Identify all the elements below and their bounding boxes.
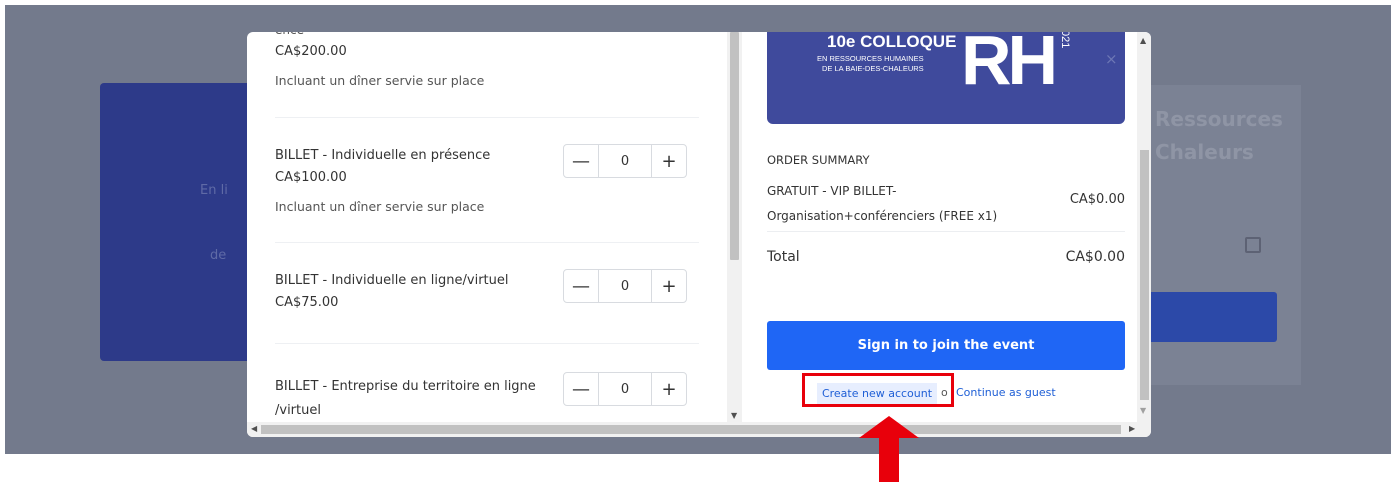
quantity-stepper: — 0 + xyxy=(563,269,687,303)
ticket-price: CA$200.00 xyxy=(275,44,347,59)
scrollbar-thumb[interactable] xyxy=(730,32,739,260)
event-banner: 10e COLLOQUE EN RESSOURCES HUMAINES DE L… xyxy=(767,32,1125,124)
scroll-down-arrow-icon[interactable]: ▼ xyxy=(731,411,737,420)
divider xyxy=(767,231,1125,232)
scroll-left-arrow-icon[interactable]: ◀ xyxy=(251,424,257,433)
red-arrow-icon xyxy=(859,416,919,482)
order-item-price: CA$0.00 xyxy=(1069,192,1125,207)
banner-line: EN RESSOURCES HUMAINES xyxy=(817,54,924,63)
background-heading: Ressources xyxy=(1155,107,1283,131)
ticket-name: BILLET - Individuelle en présence xyxy=(275,148,491,163)
increment-button[interactable]: + xyxy=(652,145,686,177)
divider xyxy=(275,343,699,344)
banner-edition: 10e COLLOQUE xyxy=(827,32,957,51)
order-summary-title: ORDER SUMMARY xyxy=(767,153,870,167)
close-icon[interactable]: × xyxy=(1105,50,1118,68)
banner-year: 021 xyxy=(1059,32,1071,49)
decrement-button[interactable]: — xyxy=(564,270,598,302)
quantity-input[interactable]: 0 xyxy=(598,270,652,302)
background-text: de xyxy=(210,248,227,263)
decrement-button[interactable]: — xyxy=(564,373,598,405)
ticket-list-scrollbar[interactable]: ▼ xyxy=(727,32,742,422)
decrement-button[interactable]: — xyxy=(564,145,598,177)
background-text: En li xyxy=(200,183,228,198)
scrollbar-thumb[interactable] xyxy=(1140,150,1149,400)
quantity-input[interactable]: 0 xyxy=(598,373,652,405)
quantity-stepper: — 0 + xyxy=(563,372,687,406)
calendar-icon xyxy=(1245,237,1261,253)
scrollbar-thumb[interactable] xyxy=(261,425,1121,434)
divider xyxy=(275,242,699,243)
ticket-note: Incluant un dîner servie sur place xyxy=(275,73,485,88)
quantity-input[interactable]: 0 xyxy=(598,145,652,177)
quantity-stepper: — 0 + xyxy=(563,144,687,178)
highlight-box xyxy=(802,373,954,407)
order-panel: 10e COLLOQUE EN RESSOURCES HUMAINES DE L… xyxy=(753,32,1137,422)
horizontal-scrollbar[interactable]: ◀ ▶ xyxy=(247,422,1151,437)
background-button xyxy=(1145,292,1277,342)
total-label: Total xyxy=(767,249,800,265)
ticket-note: Incluant un dîner servie sur place xyxy=(275,199,485,214)
scroll-down-arrow-icon[interactable]: ▼ xyxy=(1140,406,1146,415)
banner-line: DE LA BAIE-DES-CHALEURS xyxy=(821,64,924,73)
divider xyxy=(275,117,699,118)
scroll-right-arrow-icon[interactable]: ▶ xyxy=(1129,424,1135,433)
ticket-list: ence CA$200.00 Incluant un dîner servie … xyxy=(247,32,727,422)
scroll-up-arrow-icon[interactable]: ▲ xyxy=(1140,36,1146,45)
sign-in-button[interactable]: Sign in to join the event xyxy=(767,321,1125,370)
rh-logo: RH xyxy=(961,32,1058,99)
banner-subtitle: EN RESSOURCES HUMAINES DE LA BAIE-DES-CH… xyxy=(817,54,924,74)
ticket-item: ence CA$200.00 Incluant un dîner servie … xyxy=(275,32,699,88)
increment-button[interactable]: + xyxy=(652,270,686,302)
total-value: CA$0.00 xyxy=(1065,249,1125,265)
ticket-name: ence xyxy=(275,32,545,40)
continue-as-guest-link[interactable]: Continue as guest xyxy=(956,386,1056,399)
checkout-modal: ence CA$200.00 Incluant un dîner servie … xyxy=(247,32,1151,437)
order-panel-scrollbar[interactable]: ▲ ▼ xyxy=(1137,32,1151,422)
ticket-name: BILLET - Individuelle en ligne/virtuel xyxy=(275,273,509,288)
background-subheading: Chaleurs xyxy=(1155,140,1254,164)
increment-button[interactable]: + xyxy=(652,373,686,405)
ticket-name: BILLET - Entreprise du territoire en lig… xyxy=(275,379,536,418)
order-item-label: GRATUIT - VIP BILLET- Organisation+confé… xyxy=(767,184,998,223)
